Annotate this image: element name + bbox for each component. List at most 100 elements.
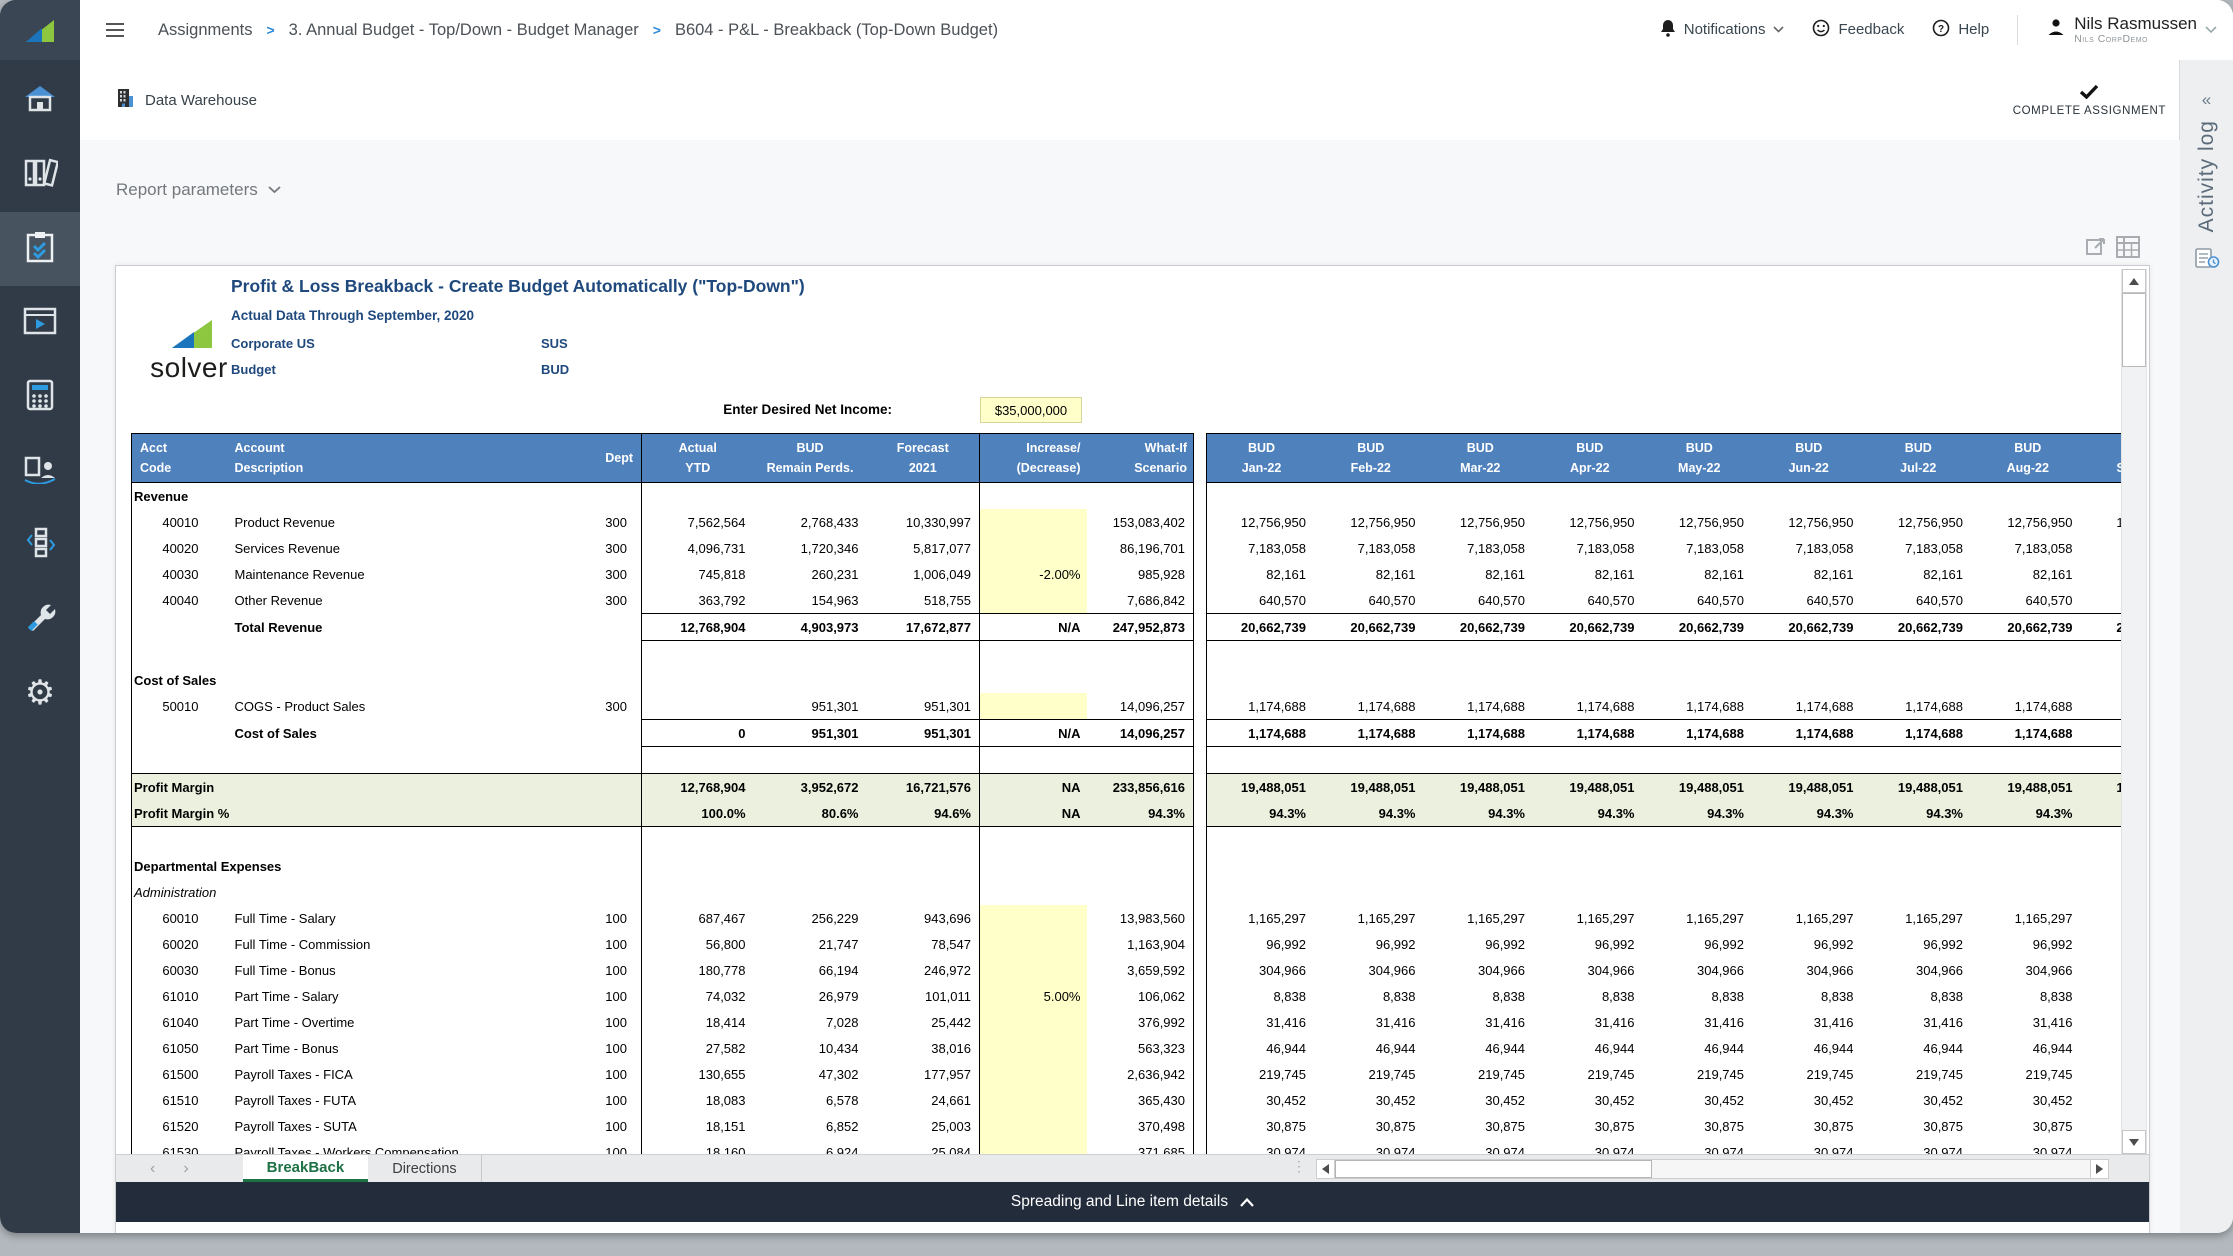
tab-breakback[interactable]: BreakBack xyxy=(242,1155,369,1182)
spreading-details-toggle[interactable]: Spreading and Line item details xyxy=(116,1182,2149,1222)
increase-input-cell[interactable] xyxy=(979,1113,1087,1139)
horizontal-scrollbar[interactable] xyxy=(1316,1159,2109,1179)
scrollbar-drag-handle[interactable]: ⋮ xyxy=(1292,1159,1306,1173)
increase-input-cell[interactable] xyxy=(979,931,1087,957)
sidebar-item-collaboration[interactable] xyxy=(0,434,80,508)
col-month: BUD Jun-22 xyxy=(1754,433,1864,483)
feedback-button[interactable]: Feedback xyxy=(1812,19,1904,41)
cell xyxy=(866,853,980,879)
complete-assignment-button[interactable]: COMPLETE ASSIGNMENT xyxy=(2013,84,2166,117)
home-icon xyxy=(23,83,57,120)
net-income-input-cell[interactable]: $35,000,000 xyxy=(980,397,1082,423)
user-menu[interactable]: Nils Rasmussen Nils CorpDemo xyxy=(2046,14,2217,45)
cell: 951,301 xyxy=(866,693,980,720)
month-value-cell xyxy=(1973,853,2083,879)
sidebar-item-home[interactable] xyxy=(0,64,80,138)
cell: 12,768,904 xyxy=(641,773,754,800)
tab-scroll-right-icon[interactable]: › xyxy=(183,1160,188,1178)
tab-directions[interactable]: Directions xyxy=(368,1155,480,1182)
increase-input-cell[interactable]: 5.00% xyxy=(979,983,1087,1009)
scroll-down-icon[interactable] xyxy=(2122,1130,2146,1154)
sidebar-item-player[interactable] xyxy=(0,286,80,360)
increase-input-cell[interactable] xyxy=(979,535,1087,561)
increase-input-cell[interactable]: -2.00% xyxy=(979,561,1087,587)
sheet-month-row: 1,174,688 1,174,688 1,174,688 1,174,688 1,17… xyxy=(1206,719,2121,747)
increase-input-cell[interactable] xyxy=(979,1035,1087,1061)
breadcrumb-separator: > xyxy=(266,22,275,38)
sheet-month-row: 219,745 219,745 219,745 219,745 219,745 219,7… xyxy=(1207,1061,2122,1087)
month-value-cell: 1,174,688 xyxy=(1425,719,1535,747)
cell xyxy=(980,879,1087,905)
month-value-cell: 19,488,051 xyxy=(1973,773,2083,800)
scroll-left-icon[interactable] xyxy=(1317,1160,1335,1178)
month-value-cell: 46,944 xyxy=(1485,1040,1525,1056)
month-value-cell: 30,452 xyxy=(1266,1092,1306,1108)
edit-popout-icon[interactable] xyxy=(2085,236,2107,263)
increase-input-cell[interactable] xyxy=(979,1061,1087,1087)
breadcrumb-annual-budget[interactable]: 3. Annual Budget - Top/Down - Budget Man… xyxy=(289,21,639,40)
month-value-cell: 30,452 xyxy=(1813,1092,1854,1108)
help-button[interactable]: ? Help xyxy=(1932,19,1989,41)
month-value-cell: 1,174,688 xyxy=(1248,698,1306,714)
cell: 12,768,904 xyxy=(641,613,754,641)
cell xyxy=(980,641,1087,668)
activity-log-icon[interactable] xyxy=(2194,246,2220,275)
activity-log-label[interactable]: Activity log xyxy=(2195,120,2219,232)
scroll-right-icon[interactable] xyxy=(2090,1160,2108,1178)
account-description-cell: Payroll Taxes - SUTA xyxy=(234,1118,357,1134)
month-value-cell: 12,756,950 xyxy=(1897,514,1963,530)
month-value-cell: 1,174,688 xyxy=(1535,719,1645,747)
month-value-cell: 20,662,739 xyxy=(1206,613,1316,641)
increase-input-cell[interactable] xyxy=(979,1087,1087,1113)
dept-cell: 100 xyxy=(561,1087,642,1113)
vertical-scrollbar[interactable] xyxy=(2121,269,2147,1154)
cell xyxy=(866,640,980,667)
breadcrumb-current-report[interactable]: B604 - P&L - Breakback (Top-Down Budget) xyxy=(675,21,998,40)
month-value-cell xyxy=(1535,667,1645,693)
report-parameters-toggle[interactable]: Report parameters xyxy=(116,180,281,200)
breadcrumb-assignments[interactable]: Assignments xyxy=(158,21,252,40)
menu-icon[interactable] xyxy=(106,23,124,37)
collapse-panel-icon[interactable]: « xyxy=(2202,90,2211,110)
sheet-row: 61510 Payroll Taxes - FUTA 100 18,083 6,578 2… xyxy=(132,1087,1194,1113)
month-value-cell: 12,756,950 xyxy=(1459,514,1525,530)
sidebar-item-process[interactable] xyxy=(0,508,80,582)
month-value-cell xyxy=(1864,667,1974,693)
sheet-month-row: 30,875 30,875 30,875 30,875 30,875 30,875 30,8… xyxy=(1207,1113,2122,1139)
solver-logo-icon[interactable] xyxy=(0,0,80,60)
vertical-scroll-thumb[interactable] xyxy=(2122,293,2146,367)
cell xyxy=(642,667,754,693)
sidebar-item-assignments[interactable] xyxy=(0,212,80,286)
sheet-month-row: 30,452 30,452 30,452 30,452 30,452 30,452 30,4… xyxy=(1207,1087,2122,1113)
chevron-up-icon xyxy=(1240,1197,1254,1207)
account-description-cell: Part Time - Overtime xyxy=(234,1014,355,1030)
sidebar-item-library[interactable] xyxy=(0,138,80,212)
spreading-details-label: Spreading and Line item details xyxy=(1010,1193,1229,1210)
sidebar-item-budgeting[interactable] xyxy=(0,360,80,434)
cell: 687,467 xyxy=(698,910,746,926)
grid-view-icon[interactable] xyxy=(2116,236,2140,263)
col-month: BUD Jul-22 xyxy=(1863,433,1973,483)
increase-input-cell[interactable] xyxy=(979,905,1087,931)
sidebar-item-settings[interactable]: ⚙ xyxy=(0,656,80,730)
scroll-up-icon[interactable] xyxy=(2122,269,2146,293)
month-value-cell xyxy=(2083,827,2122,854)
month-value-cell: 640,570 xyxy=(2025,592,2073,608)
increase-input-cell[interactable] xyxy=(979,587,1087,614)
increase-input-cell[interactable] xyxy=(979,509,1087,535)
horizontal-scroll-thumb[interactable] xyxy=(1335,1160,1652,1178)
sidebar-item-tools[interactable] xyxy=(0,582,80,656)
increase-input-cell[interactable] xyxy=(979,957,1087,983)
sheet-month-row: 7,183,058 7,183,058 7,183,058 7,183,058 7,18… xyxy=(1207,535,2122,561)
tab-scroll-left-icon[interactable]: ‹ xyxy=(150,1160,155,1178)
month-value-cell: 1,174,688 xyxy=(1316,719,1426,747)
increase-input-cell[interactable] xyxy=(979,1009,1087,1035)
sheet-month-row: 1,165,297 1,165,297 1,165,297 1,165,297 1,16… xyxy=(1207,905,2122,931)
clipboard-check-icon xyxy=(25,231,55,268)
increase-input-cell[interactable] xyxy=(979,693,1087,720)
whatif-cell: 2,636,942 xyxy=(1127,1066,1185,1082)
cell: 94.6% xyxy=(866,800,980,827)
acct-code-cell: 60010 xyxy=(162,910,199,926)
acct-code-cell: 40020 xyxy=(162,540,199,556)
notifications-button[interactable]: Notifications xyxy=(1660,19,1785,41)
